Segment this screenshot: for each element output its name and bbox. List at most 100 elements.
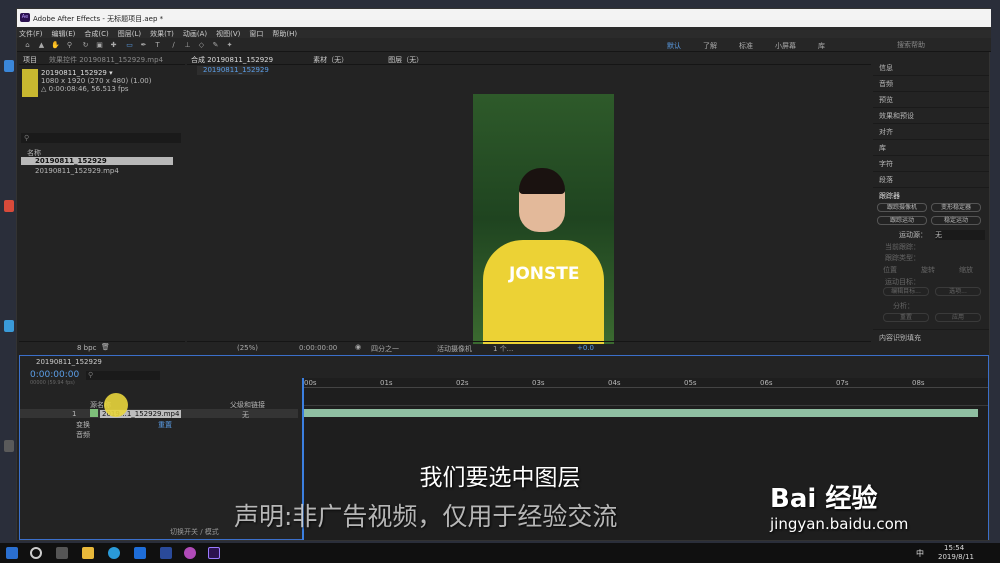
work-area-bar[interactable] bbox=[302, 405, 988, 406]
layer-row[interactable]: 1 2019…1_152929.mp4 无 bbox=[20, 409, 298, 420]
panel-info[interactable]: 信息 bbox=[879, 63, 893, 73]
text-tool-icon[interactable]: T bbox=[153, 41, 162, 49]
menu-effect[interactable]: 效果(T) bbox=[150, 29, 174, 38]
input-language[interactable]: 中 bbox=[916, 548, 924, 559]
rotate-tool-icon[interactable]: ↻ bbox=[81, 41, 90, 49]
timeline-search-input[interactable]: ⚲ bbox=[86, 371, 160, 380]
pan-tool-icon[interactable]: ✚ bbox=[109, 41, 118, 49]
comp-sub-tab[interactable]: 20190811_152929 bbox=[197, 66, 269, 75]
camera-snapshot-icon[interactable]: ◉ bbox=[355, 343, 361, 351]
position-checkbox[interactable]: 位置 bbox=[883, 265, 897, 275]
camera-tool-icon[interactable]: ▣ bbox=[95, 41, 104, 49]
desktop-icon[interactable] bbox=[4, 60, 14, 72]
reset-button[interactable]: 重置 bbox=[883, 313, 929, 322]
motion-source-dropdown[interactable]: 无 bbox=[935, 230, 985, 240]
home-icon[interactable]: ⌂ bbox=[23, 41, 32, 49]
warp-stabilizer-button[interactable]: 变形稳定器 bbox=[931, 203, 981, 212]
motion-source-label: 运动源： bbox=[899, 231, 927, 239]
mask-tool-icon[interactable]: ▭ bbox=[125, 41, 134, 49]
menu-window[interactable]: 窗口 bbox=[249, 29, 263, 38]
desktop-icon[interactable] bbox=[4, 440, 14, 452]
app-icon[interactable] bbox=[160, 547, 172, 559]
panel-libraries[interactable]: 库 bbox=[879, 143, 886, 153]
workspace-default[interactable]: 默认 bbox=[667, 41, 681, 51]
roto-tool-icon[interactable]: ✎ bbox=[211, 41, 220, 49]
options-button[interactable]: 选项... bbox=[935, 287, 981, 296]
app-icon[interactable] bbox=[134, 547, 146, 559]
panel-preview[interactable]: 预览 bbox=[879, 95, 893, 105]
panel-audio[interactable]: 音频 bbox=[879, 79, 893, 89]
eraser-tool-icon[interactable]: ◇ bbox=[197, 41, 206, 49]
video-frame[interactable]: JONSTE bbox=[473, 94, 614, 344]
menu-layer[interactable]: 图层(L) bbox=[118, 29, 141, 38]
tab-project[interactable]: 项目 bbox=[23, 55, 37, 64]
tab-layer[interactable]: 图层（无） bbox=[388, 55, 423, 64]
edit-target-button[interactable]: 编辑目标... bbox=[883, 287, 929, 296]
stabilize-motion-button[interactable]: 稳定运动 bbox=[931, 216, 981, 225]
panel-content-aware-fill[interactable]: 内容识别填充 bbox=[879, 333, 921, 343]
menu-file[interactable]: 文件(F) bbox=[19, 29, 43, 38]
menu-help[interactable]: 帮助(H) bbox=[272, 29, 297, 38]
task-view-icon[interactable] bbox=[56, 547, 68, 559]
layer-duration-bar[interactable] bbox=[302, 409, 978, 417]
start-icon[interactable] bbox=[6, 547, 18, 559]
timeline-tab[interactable]: 20190811_152929 bbox=[36, 358, 102, 366]
tab-composition[interactable]: 合成 20190811_152929 bbox=[191, 55, 273, 64]
item-thumbnail bbox=[22, 69, 38, 97]
time-ruler[interactable]: 00s 01s 02s 03s 04s 05s 06s 07s 08s bbox=[302, 378, 988, 388]
transform-group[interactable]: 变换 bbox=[76, 420, 90, 430]
resolution-dropdown[interactable]: 四分之一 bbox=[371, 344, 399, 354]
hand-tool-icon[interactable]: ✋ bbox=[51, 41, 60, 49]
views-dropdown[interactable]: 1 个... bbox=[493, 344, 513, 354]
clock-time[interactable]: 15:54 bbox=[944, 544, 964, 552]
tab-effect-controls[interactable]: 效果控件 20190811_152929.mp4 bbox=[49, 55, 163, 64]
toggle-switches-modes[interactable]: 切换开关 / 模式 bbox=[170, 527, 219, 537]
scale-checkbox[interactable]: 缩放 bbox=[959, 265, 973, 275]
project-search-input[interactable]: ⚲ bbox=[21, 133, 181, 143]
app-icon[interactable] bbox=[184, 547, 196, 559]
desktop-icon[interactable] bbox=[4, 320, 14, 332]
pen-tool-icon[interactable]: ✒ bbox=[139, 41, 148, 49]
exposure-value[interactable]: +0.0 bbox=[577, 344, 594, 352]
file-explorer-icon[interactable] bbox=[82, 547, 94, 559]
camera-dropdown[interactable]: 活动摄像机 bbox=[437, 344, 472, 354]
desktop-icon[interactable] bbox=[4, 200, 14, 212]
timeline-timecode[interactable]: 0:00:00:00 bbox=[30, 370, 79, 380]
cortana-icon[interactable] bbox=[30, 547, 42, 559]
parent-dropdown[interactable]: 无 bbox=[242, 410, 249, 420]
clone-tool-icon[interactable]: ⊥ bbox=[183, 41, 192, 49]
after-effects-taskbar-icon[interactable] bbox=[208, 547, 220, 559]
menu-view[interactable]: 视图(V) bbox=[216, 29, 240, 38]
zoom-dropdown[interactable]: (25%) bbox=[237, 344, 258, 352]
project-item-footage[interactable]: 20190811_152929.mp4 bbox=[35, 167, 119, 175]
browser-icon[interactable] bbox=[108, 547, 120, 559]
rotation-checkbox[interactable]: 旋转 bbox=[921, 265, 935, 275]
menu-composition[interactable]: 合成(C) bbox=[84, 29, 108, 38]
workspace-library[interactable]: 库 bbox=[818, 41, 825, 51]
clock-date[interactable]: 2019/8/11 bbox=[938, 553, 974, 561]
apply-button[interactable]: 应用 bbox=[935, 313, 981, 322]
menu-edit[interactable]: 编辑(E) bbox=[52, 29, 76, 38]
menu-animation[interactable]: 动画(A) bbox=[183, 29, 207, 38]
workspace-standard[interactable]: 标准 bbox=[739, 41, 753, 51]
project-item-comp[interactable]: 20190811_152929 bbox=[21, 157, 173, 165]
track-camera-button[interactable]: 跟踪摄像机 bbox=[877, 203, 927, 212]
selection-tool-icon[interactable]: ▲ bbox=[37, 41, 46, 49]
workspace-learn[interactable]: 了解 bbox=[703, 41, 717, 51]
tab-footage[interactable]: 素材（无） bbox=[313, 55, 348, 64]
brush-tool-icon[interactable]: ∕ bbox=[169, 41, 178, 49]
timecode-display[interactable]: 0:00:00:00 bbox=[299, 344, 337, 352]
audio-group[interactable]: 音频 bbox=[76, 430, 90, 440]
panel-paragraph[interactable]: 段落 bbox=[879, 175, 893, 185]
reset-link[interactable]: 重置 bbox=[158, 420, 172, 430]
search-help[interactable]: 搜索帮助 bbox=[871, 40, 981, 50]
panel-align[interactable]: 对齐 bbox=[879, 127, 893, 137]
panel-effects-presets[interactable]: 效果和预设 bbox=[879, 111, 914, 121]
bpc-label[interactable]: 8 bpc bbox=[77, 344, 96, 352]
zoom-tool-icon[interactable]: ⚲ bbox=[65, 41, 74, 49]
workspace-small-screen[interactable]: 小屏幕 bbox=[775, 41, 796, 51]
track-motion-button[interactable]: 跟踪运动 bbox=[877, 216, 927, 225]
trash-icon[interactable]: 🗑 bbox=[101, 343, 110, 351]
panel-character[interactable]: 字符 bbox=[879, 159, 893, 169]
puppet-tool-icon[interactable]: ✦ bbox=[225, 41, 234, 49]
